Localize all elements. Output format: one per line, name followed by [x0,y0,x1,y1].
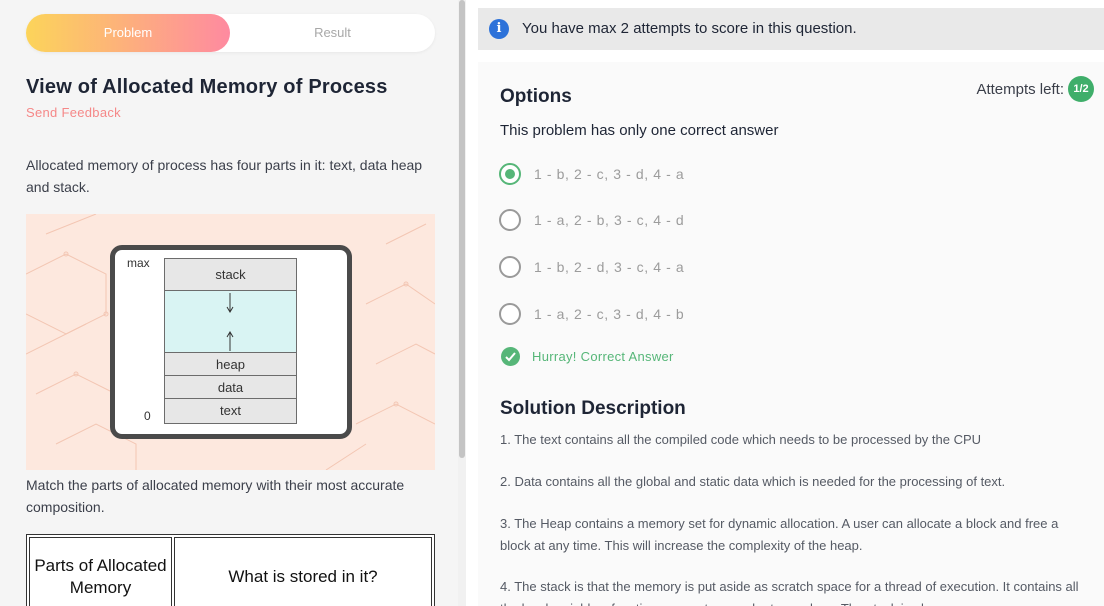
options-title: Options [500,86,572,107]
radio-icon[interactable] [499,256,521,278]
problem-intro-text: Allocated memory of process has four par… [26,157,423,195]
text-segment: text [165,399,296,423]
free-space-segment [165,291,296,353]
arrow-up-icon [226,331,234,351]
option-label: 1 - a, 2 - b, 3 - c, 4 - d [534,212,685,228]
problem-panel: Problem Result View of Allocated Memory … [0,0,458,606]
options-panel: Options Attempts left: 1/2 This problem … [478,62,1104,606]
tab-result[interactable]: Result [230,14,435,52]
tab-problem[interactable]: Problem [26,14,230,52]
zero-address-label: 0 [144,409,151,423]
attempts-left-badge: 1/2 [1068,76,1094,102]
solution-item: 4. The stack is that the memory is put a… [500,579,1079,606]
option-radio-1[interactable]: 1 - b, 2 - c, 3 - d, 4 - a [499,163,684,185]
problem-title: View of Allocated Memory of Process [26,76,388,98]
attempts-left: Attempts left: 1/2 [976,76,1094,102]
correct-answer-text: Hurray! Correct Answer [532,349,674,364]
data-segment: data [165,376,296,399]
heap-segment: heap [165,353,296,376]
solution-item: 2. Data contains all the global and stat… [500,474,1006,489]
radio-icon[interactable] [499,209,521,231]
arrow-down-icon [226,293,234,313]
radio-selected-icon[interactable] [499,163,521,185]
radio-icon[interactable] [499,303,521,325]
match-table: Parts of Allocated Memory What is stored… [26,534,435,606]
option-label: 1 - b, 2 - d, 3 - c, 4 - a [534,259,685,275]
attempts-info-banner: i You have max 2 attempts to score in th… [478,8,1104,50]
single-answer-note: This problem has only one correct answer [500,122,779,139]
option-label: 1 - b, 2 - c, 3 - d, 4 - a [534,166,685,182]
info-icon: i [489,19,509,39]
left-panel-scrollbar[interactable] [458,0,466,606]
option-label: 1 - a, 2 - c, 3 - d, 4 - b [534,306,685,322]
send-feedback-link[interactable]: Send Feedback [26,105,121,120]
check-circle-icon [501,347,520,366]
memory-segments: stack heap data text [164,258,297,424]
option-radio-3[interactable]: 1 - b, 2 - d, 3 - c, 4 - a [499,256,684,278]
table-header-parts: Parts of Allocated Memory [29,537,172,606]
memory-layout-diagram: max 0 stack heap data text [26,214,435,470]
max-address-label: max [127,256,150,270]
attempts-left-label: Attempts left: [976,80,1064,98]
solution-title: Solution Description [500,398,686,419]
tab-bar: Problem Result [26,14,435,52]
scrollbar-thumb[interactable] [459,0,465,458]
match-instruction-text: Match the parts of allocated memory with… [26,477,405,515]
stack-segment: stack [165,259,296,291]
solution-item: 1. The text contains all the compiled co… [500,432,982,447]
option-radio-2[interactable]: 1 - a, 2 - b, 3 - c, 4 - d [499,209,684,231]
table-header-contents: What is stored in it? [174,537,432,606]
banner-text: You have max 2 attempts to score in this… [522,20,857,37]
solution-item: 3. The Heap contains a memory set for dy… [500,516,1059,553]
option-radio-4[interactable]: 1 - a, 2 - c, 3 - d, 4 - b [499,303,684,325]
correct-answer-feedback: Hurray! Correct Answer [501,347,674,366]
memory-box: max 0 stack heap data text [110,245,352,439]
